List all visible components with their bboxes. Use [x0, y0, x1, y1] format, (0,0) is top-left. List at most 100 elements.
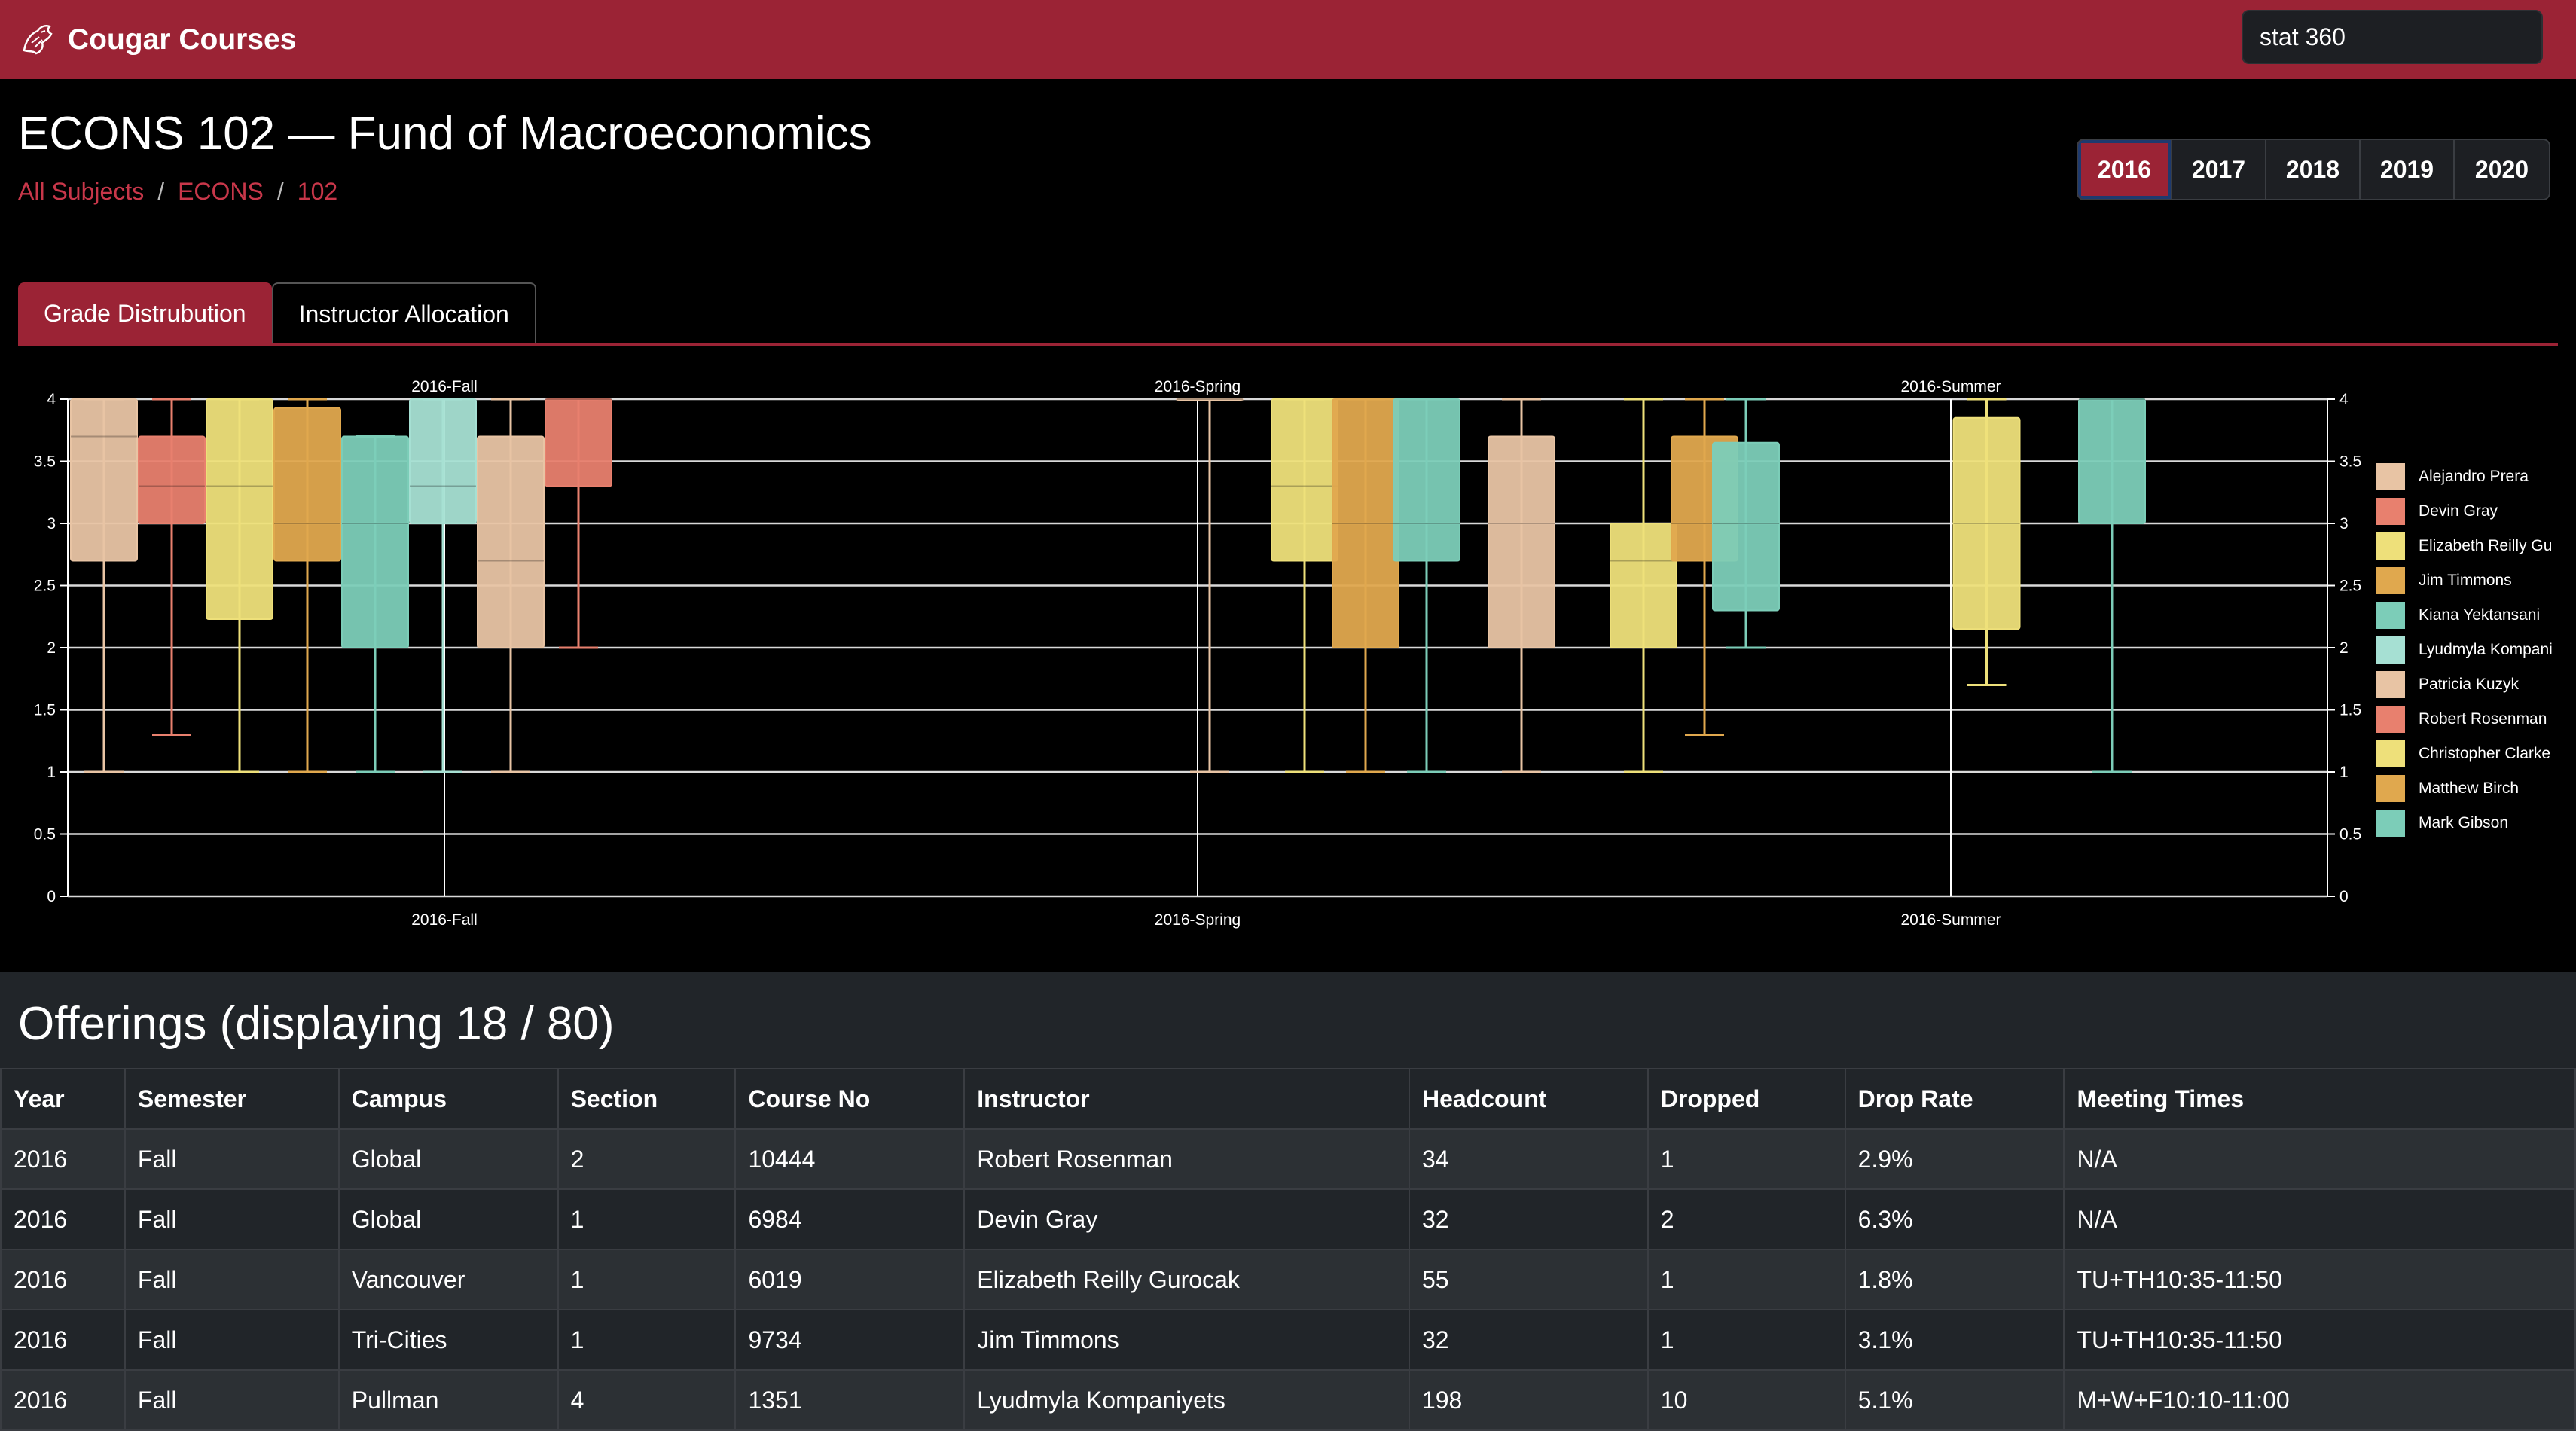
tab-underline: [18, 343, 2558, 346]
legend-label: Jim Timmons: [2419, 572, 2512, 589]
breadcrumb-course[interactable]: 102: [298, 178, 337, 206]
legend-item[interactable]: Lyudmyla Kompani: [2376, 633, 2553, 667]
legend-swatch: [2376, 810, 2405, 837]
y-tick-label: 2.5: [34, 578, 56, 595]
table-cell: Fall: [124, 1188, 340, 1250]
offerings-section: Offerings (displaying 18 / 80) Year Semes…: [0, 972, 2576, 1431]
tab-grade-distribution[interactable]: Grade Distrubution: [18, 282, 272, 344]
breadcrumb-subject[interactable]: ECONS: [178, 178, 264, 206]
table-cell: 1: [557, 1188, 737, 1250]
legend-swatch: [2376, 636, 2405, 664]
table-cell: 1: [1647, 1128, 1846, 1190]
legend-item[interactable]: Alejandro Prera: [2376, 459, 2553, 494]
table-cell: 1: [557, 1249, 737, 1310]
table-cell: 1: [1647, 1249, 1846, 1310]
x-tick-label-top: 2016-Fall: [411, 378, 478, 395]
column-header[interactable]: Course No: [734, 1068, 966, 1130]
column-header[interactable]: Year: [0, 1068, 126, 1130]
tab-instructor-allocation[interactable]: Instructor Allocation: [271, 282, 536, 344]
table-cell: 55: [1408, 1249, 1649, 1310]
page-title: ECONS 102 — Fund of Macroeconomics: [18, 108, 872, 160]
legend-swatch: [2376, 775, 2405, 802]
table-cell: TU+TH10:35-11:50: [2063, 1309, 2576, 1371]
table-row: 2016 Fall Global 1 6984 Devin Gray 32 2 6.3% N/A: [0, 1188, 2576, 1250]
legend-label: Robert Rosenman: [2419, 710, 2547, 728]
x-tick-label: 2016-Fall: [411, 911, 478, 929]
x-tick-label: 2016-Spring: [1155, 911, 1241, 929]
column-header[interactable]: Headcount: [1408, 1068, 1649, 1130]
legend-label: Christopher Clarke: [2419, 745, 2551, 762]
column-header[interactable]: Section: [557, 1068, 737, 1130]
legend-item[interactable]: Jim Timmons: [2376, 563, 2553, 598]
x-tick-label-top: 2016-Summer: [1900, 378, 2001, 395]
box-patricia-kuzyk: [477, 435, 545, 648]
box-alejandro-prera: [70, 398, 138, 562]
y-tick-label-right: 3.5: [2339, 453, 2361, 471]
box-robert-rosenman: [545, 398, 612, 487]
table-cell: Tri-Cities: [337, 1309, 559, 1371]
legend-swatch: [2376, 740, 2405, 767]
legend-item[interactable]: Devin Gray: [2376, 494, 2553, 529]
brand-link[interactable]: Cougar Courses: [18, 20, 296, 59]
legend-swatch: [2376, 671, 2405, 698]
column-header[interactable]: Drop Rate: [1844, 1068, 2065, 1130]
column-header[interactable]: Semester: [124, 1068, 340, 1130]
table-cell: Global: [337, 1188, 559, 1250]
y-tick-label: 1: [47, 764, 56, 781]
box-jim-timmons: [273, 407, 341, 562]
table-cell: Global: [337, 1128, 559, 1190]
table-cell: M+W+F10:10-11:00: [2063, 1369, 2576, 1431]
column-header[interactable]: Campus: [337, 1068, 559, 1130]
table-cell: Jim Timmons: [963, 1309, 1410, 1371]
table-cell: 4: [557, 1369, 737, 1431]
y-tick-label-right: 2: [2339, 639, 2349, 657]
legend-item[interactable]: Patricia Kuzyk: [2376, 667, 2553, 702]
box-kiana-yektansani: [1393, 398, 1460, 562]
table-cell: Pullman: [337, 1369, 559, 1431]
breadcrumb-all-subjects[interactable]: All Subjects: [18, 178, 144, 206]
column-header[interactable]: Dropped: [1647, 1068, 1846, 1130]
legend-item[interactable]: Mark Gibson: [2376, 806, 2553, 841]
table-cell: 1: [557, 1309, 737, 1371]
table-cell: 2016: [0, 1249, 126, 1310]
y-tick-label: 0: [47, 888, 56, 905]
table-cell: Fall: [124, 1249, 340, 1310]
year-button-2019[interactable]: 2019: [2361, 140, 2455, 199]
legend-label: Alejandro Prera: [2419, 468, 2529, 485]
legend-item[interactable]: Robert Rosenman: [2376, 702, 2553, 737]
search-input[interactable]: [2242, 10, 2543, 64]
legend-label: Matthew Birch: [2419, 780, 2520, 797]
legend-label: Mark Gibson: [2419, 814, 2509, 831]
year-button-2017[interactable]: 2017: [2172, 140, 2266, 199]
y-tick-label: 3.5: [34, 453, 56, 471]
offerings-table: Year Semester Campus Section Course No Instru…: [0, 1068, 2576, 1431]
box-elizabeth-reilly-gu: [206, 398, 273, 621]
year-button-2020[interactable]: 2020: [2455, 140, 2549, 199]
table-cell: 2016: [0, 1369, 126, 1431]
box-elizabeth-reilly-gu: [1271, 398, 1338, 562]
legend-label: Patricia Kuzyk: [2419, 676, 2520, 693]
box-patricia-kuzyk: [1488, 435, 1555, 648]
legend-item[interactable]: Matthew Birch: [2376, 771, 2553, 806]
legend-item[interactable]: Elizabeth Reilly Gu: [2376, 529, 2553, 563]
table-body: 2016 Fall Global 2 10444 Robert Rosenman 34 1 2.…: [0, 1128, 2576, 1431]
table-cell: 198: [1408, 1369, 1649, 1431]
legend-swatch: [2376, 532, 2405, 560]
column-header[interactable]: Meeting Times: [2063, 1068, 2576, 1130]
table-cell: Vancouver: [337, 1249, 559, 1310]
table-row: 2016 Fall Vancouver 1 6019 Elizabeth Reilly G…: [0, 1249, 2576, 1310]
table-cell: Fall: [124, 1128, 340, 1190]
table-cell: Robert Rosenman: [963, 1128, 1410, 1190]
table-cell: 2: [1647, 1188, 1846, 1250]
legend-swatch: [2376, 706, 2405, 733]
legend-label: Kiana Yektansani: [2419, 606, 2541, 624]
legend-item[interactable]: Christopher Clarke: [2376, 737, 2553, 771]
table-cell: 1: [1647, 1309, 1846, 1371]
legend-item[interactable]: Kiana Yektansani: [2376, 598, 2553, 633]
navbar: Cougar Courses: [0, 0, 2576, 79]
column-header[interactable]: Instructor: [963, 1068, 1410, 1130]
table-cell: 32: [1408, 1188, 1649, 1250]
year-button-2018[interactable]: 2018: [2266, 140, 2361, 199]
year-button-2016[interactable]: 2016: [2078, 140, 2172, 199]
legend-label: Elizabeth Reilly Gu: [2419, 537, 2553, 554]
